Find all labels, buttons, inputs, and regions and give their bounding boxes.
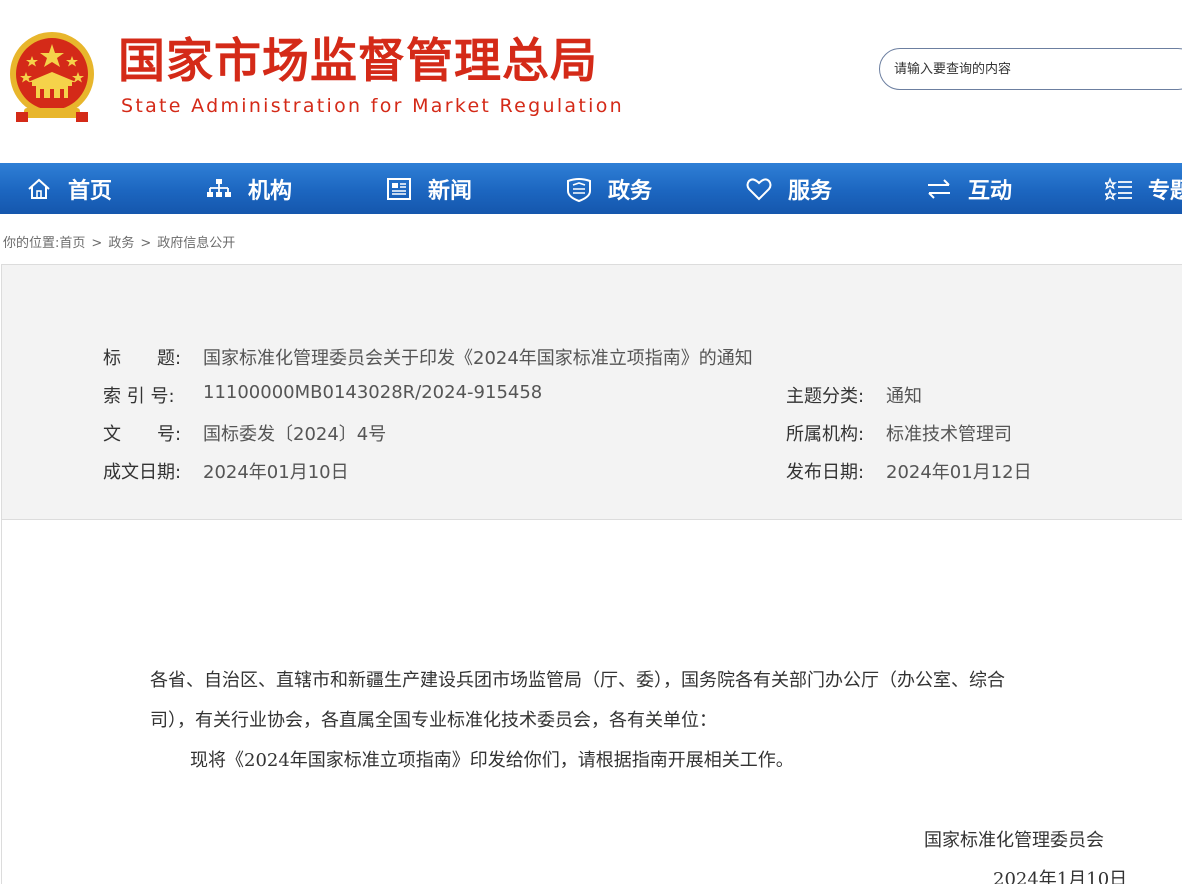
breadcrumb-affairs[interactable]: 政务 [108,232,134,251]
nav-item-news[interactable]: 新闻 [385,163,472,214]
nav-item-org[interactable]: 机构 [205,163,292,214]
published-date-value: 2024年01月12日 [886,462,1032,483]
shield-badge-icon [565,175,593,203]
signature-date: 2024年1月10日 [993,869,1128,884]
org-value: 标准技术管理司 [886,424,1012,445]
written-date-label: 成文日期: [103,462,182,483]
document-body: 各省、自治区、直辖市和新疆生产建设兵团市场监管局（厅、委），国务院各有关部门办公… [1,520,1182,884]
search-box[interactable] [879,48,1182,90]
breadcrumb-separator: > [91,236,103,251]
nav-label: 首页 [68,178,113,204]
index-label: 索 引 号: [103,386,175,407]
nav-label: 专题 [1148,178,1182,204]
docno-value: 国标委发〔2024〕4号 [203,424,387,445]
topic-value: 通知 [886,386,922,407]
nav-item-home[interactable]: 首页 [25,163,112,214]
nav-item-interact[interactable]: 互动 [925,163,1012,214]
heart-icon [745,175,773,203]
breadcrumb-separator: > [140,236,152,251]
title-value: 国家标准化管理委员会关于印发《2024年国家标准立项指南》的通知 [203,348,753,369]
nav-item-service[interactable]: 服务 [745,163,832,214]
recipients-line-1: 各省、自治区、直辖市和新疆生产建设兵团市场监管局（厅、委），国务院各有关部门办公… [150,670,1005,691]
nav-item-affairs[interactable]: 政务 [565,163,652,214]
nav-item-topics[interactable]: 专题 [1103,163,1182,214]
breadcrumb-prefix: 你的位置: [3,236,60,251]
nav-label: 互动 [968,178,1013,204]
nav-label: 政务 [608,178,653,204]
arrows-exchange-icon [925,175,953,203]
org-label: 所属机构: [786,424,865,445]
home-icon [25,175,53,203]
docno-label: 文 号: [103,424,182,445]
breadcrumb-home[interactable]: 首页 [59,232,85,251]
main-nav: 首页 机构 新闻 政务 服务 互动 专题 [0,163,1182,214]
nav-label: 机构 [248,178,293,204]
site-header: 国家市场监督管理总局 State Administration for Mark… [0,0,1182,163]
recipients-line-2: 司），有关行业协会，各直属全国专业标准化技术委员会，各有关单位： [150,710,717,731]
list-stars-icon [1103,175,1133,203]
national-emblem-icon[interactable] [6,30,98,128]
signature: 国家标准化管理委员会 [924,830,1104,851]
site-title[interactable]: 国家市场监督管理总局 [118,38,598,85]
org-chart-icon [205,175,233,203]
search-input[interactable] [894,59,1174,79]
document-paragraph: 现将《2024年国家标准立项指南》印发给你们，请根据指南开展相关工作。 [190,750,794,771]
written-date-value: 2024年01月10日 [203,462,349,483]
topic-label: 主题分类: [786,386,865,407]
site-subtitle: State Administration for Market Regulati… [121,95,624,117]
title-label: 标 题: [103,348,182,369]
breadcrumb: 你的位置:首页 > 政务 > 政府信息公开 [3,232,235,251]
document-info-panel: 标 题: 国家标准化管理委员会关于印发《2024年国家标准立项指南》的通知 索 … [1,264,1182,520]
published-date-label: 发布日期: [786,462,865,483]
nav-label: 新闻 [428,178,473,204]
nav-label: 服务 [788,178,833,204]
breadcrumb-gov-info[interactable]: 政府信息公开 [157,232,235,251]
newspaper-icon [385,175,413,203]
index-value: 11100000MB0143028R/2024-915458 [203,382,543,403]
